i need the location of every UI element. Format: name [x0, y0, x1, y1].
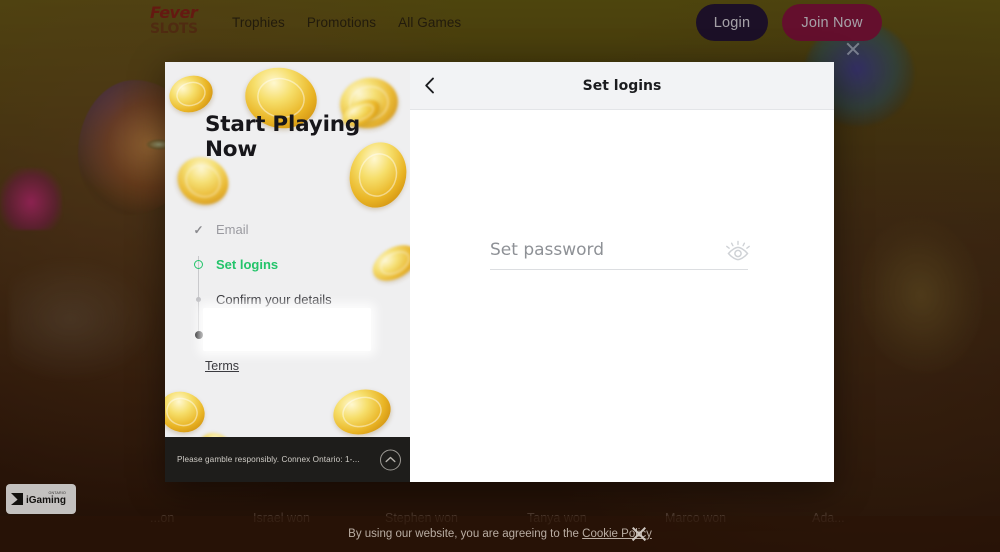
chevron-up-icon[interactable] [380, 449, 401, 470]
eye-icon[interactable] [725, 240, 751, 262]
cookie-consent-banner: By using our website, you are agreeing t… [0, 516, 1000, 552]
small-dot-icon [193, 294, 204, 305]
page-title: Start Playing Now [205, 112, 361, 162]
igaming-name-label: iGaming [26, 494, 67, 506]
terms-link[interactable]: Terms [205, 359, 239, 373]
responsible-gambling-bar: Please gamble responsibly. Connex Ontari… [165, 437, 410, 482]
redacted-content-box [203, 308, 371, 351]
step-email: ✓ Email [193, 212, 410, 247]
cookie-consent-text: By using our website, you are agreeing t… [348, 528, 652, 540]
step-set-logins-label: Set logins [216, 257, 279, 272]
cookie-text-prefix: By using our website, you are agreeing t… [348, 528, 583, 540]
ring-icon [193, 259, 204, 270]
step-set-logins: Set logins [193, 247, 410, 282]
form-body [410, 110, 834, 482]
step-confirm-details-label: Confirm your details [216, 292, 332, 307]
igaming-text: ONTARIO iGaming [26, 492, 66, 506]
coin-icon [165, 385, 211, 439]
check-icon: ✓ [193, 222, 204, 237]
close-icon[interactable] [630, 525, 648, 543]
close-icon[interactable] [845, 41, 861, 57]
responsible-gambling-text: Please gamble responsibly. Connex Ontari… [177, 455, 360, 464]
form-header: Set logins [410, 62, 834, 110]
form-title: Set logins [582, 77, 662, 94]
set-password-input[interactable] [490, 240, 748, 270]
igaming-logo-icon [11, 493, 23, 505]
step-email-label: Email [216, 222, 249, 237]
registration-modal: Start Playing Now ✓ Email Set logins Con… [165, 62, 834, 482]
coin-icon [328, 383, 396, 441]
coin-icon [165, 70, 218, 118]
chevron-left-icon[interactable] [410, 62, 448, 110]
promo-panel: Start Playing Now ✓ Email Set logins Con… [165, 62, 410, 482]
password-field-row [490, 240, 748, 270]
igaming-ontario-badge[interactable]: ONTARIO iGaming [6, 484, 76, 514]
set-logins-form-panel: Set logins [410, 62, 834, 482]
